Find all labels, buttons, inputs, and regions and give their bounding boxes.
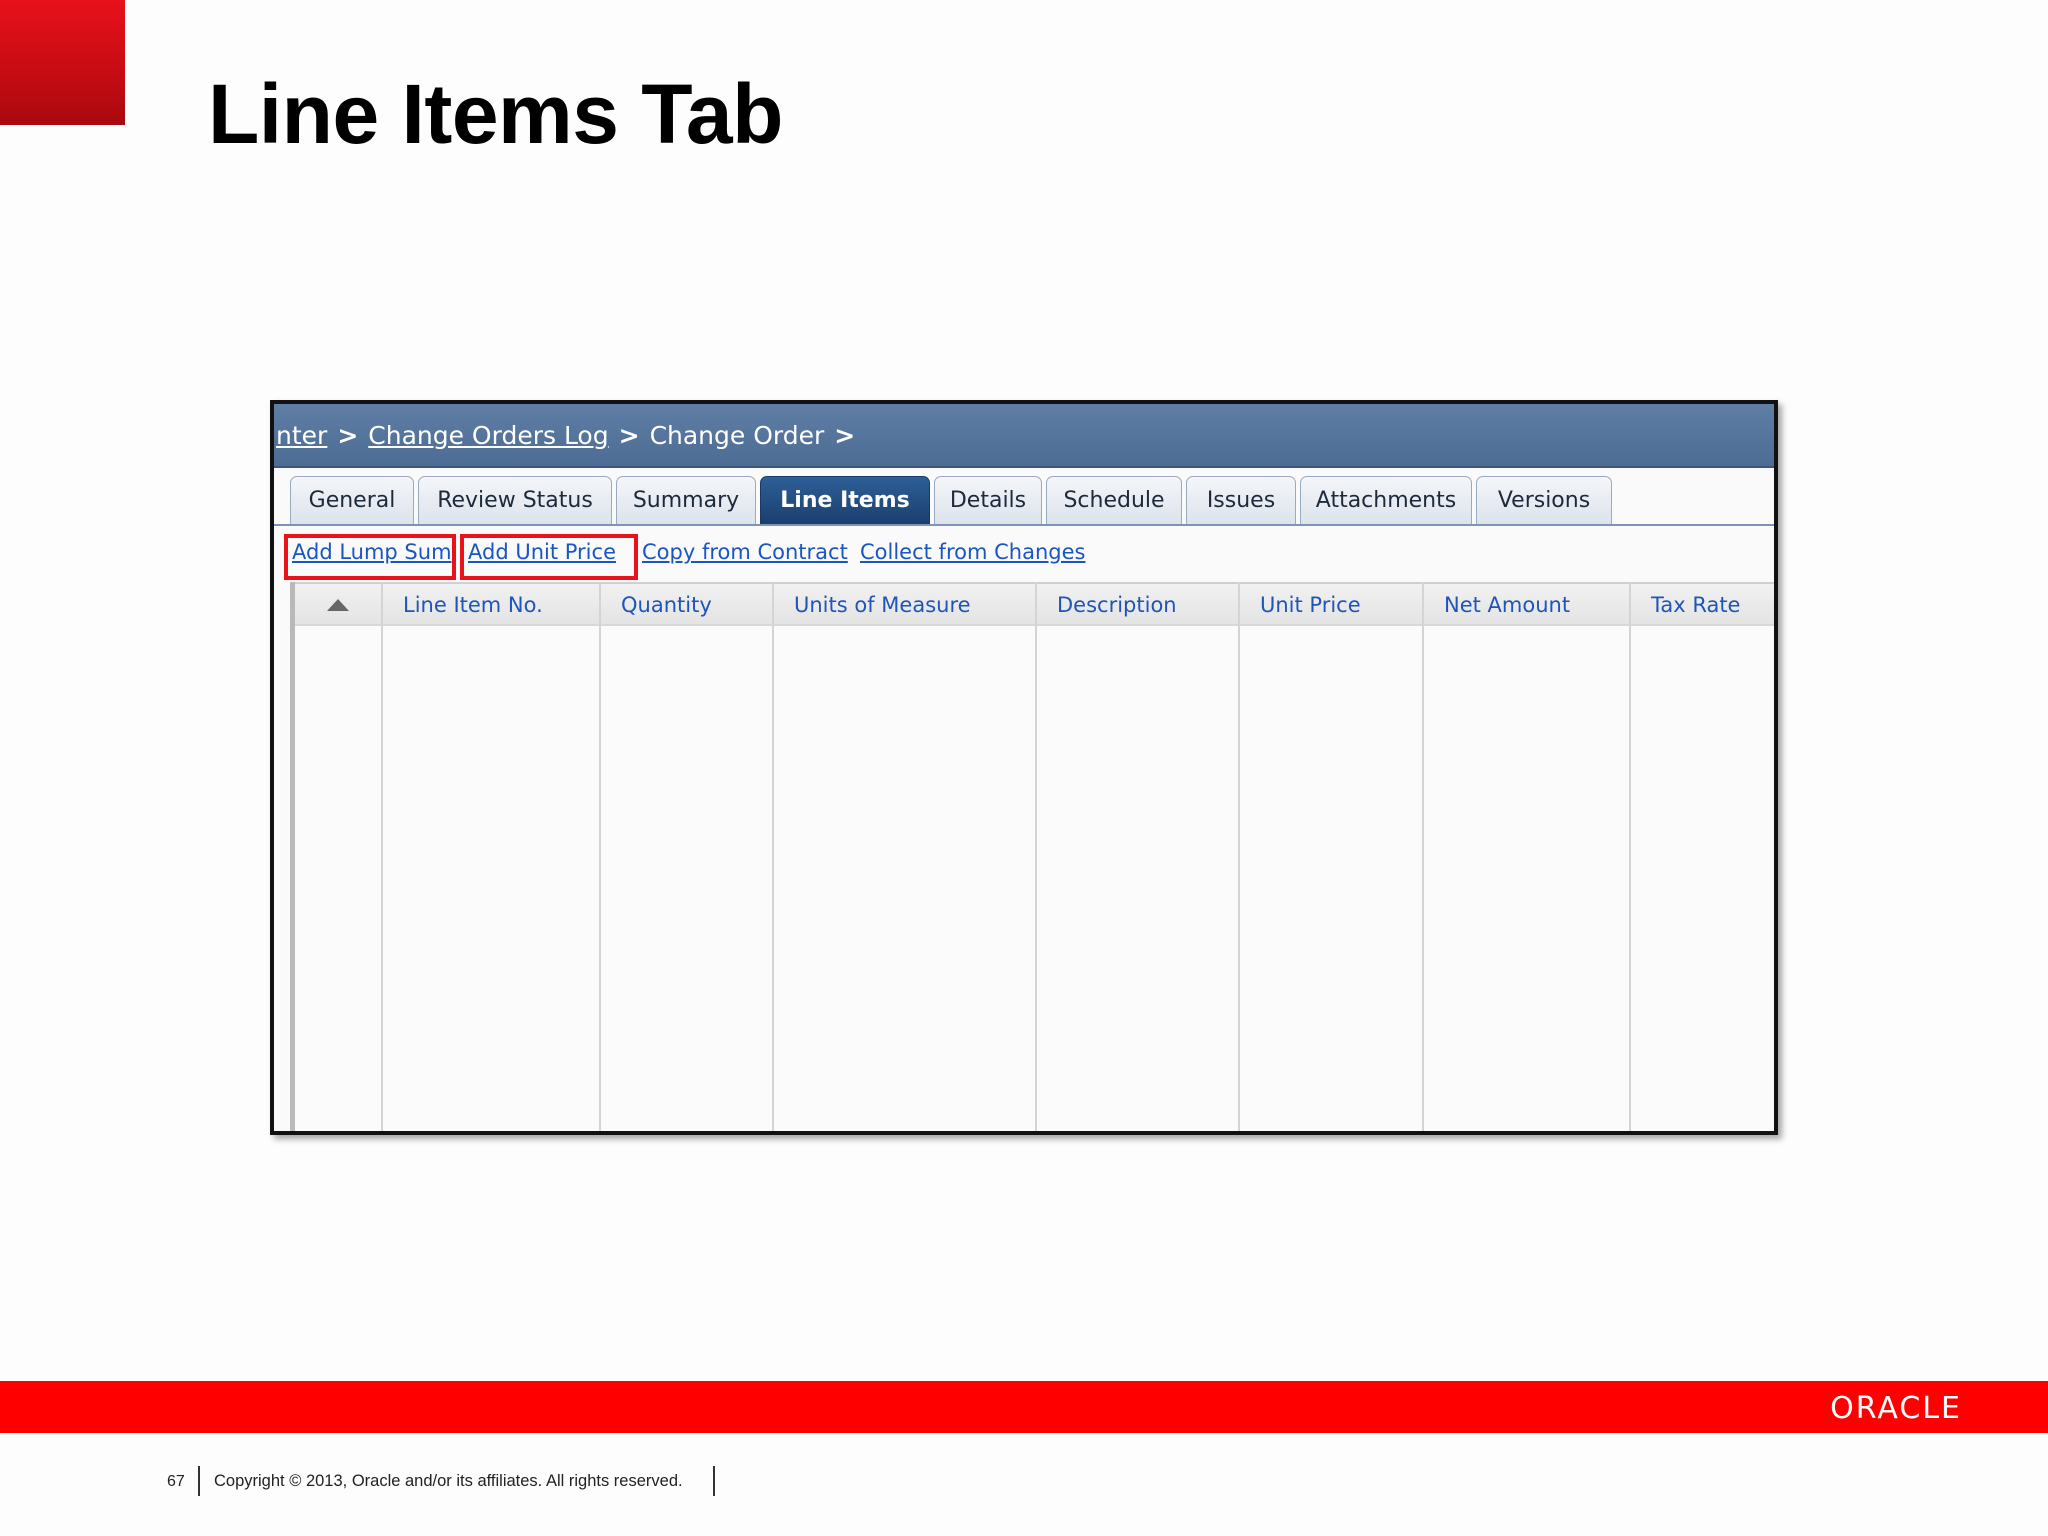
corner-accent [0,0,125,125]
column-divider [772,582,774,1131]
column-divider [381,582,383,1131]
line-items-table: Line Item No. Quantity Units of Measure … [290,582,1774,1131]
column-description[interactable]: Description [1035,584,1177,626]
column-divider [1629,582,1631,1131]
tab-versions[interactable]: Versions [1476,476,1612,524]
tab-attachments[interactable]: Attachments [1300,476,1472,524]
tab-summary[interactable]: Summary [616,476,756,524]
column-divider [1422,582,1424,1131]
slide-title: Line Items Tab [208,67,783,161]
slide: Line Items Tab nter > Change Orders Log … [0,0,2048,1536]
add-lump-sum-link[interactable]: Add Lump Sum [292,540,452,564]
copy-from-contract-link[interactable]: Copy from Contract [642,540,848,564]
footer-divider [713,1466,715,1496]
breadcrumb-separator: > [834,420,856,450]
copyright-text: Copyright © 2013, Oracle and/or its affi… [214,1472,683,1490]
collect-from-changes-link[interactable]: Collect from Changes [860,540,1085,564]
breadcrumb-item-change-order: Change Order [649,420,825,450]
tab-schedule[interactable]: Schedule [1046,476,1182,524]
breadcrumb-item-center[interactable]: nter [276,421,327,450]
tab-line-items[interactable]: Line Items [760,476,930,524]
add-unit-price-link[interactable]: Add Unit Price [468,540,616,564]
screenshot-frame: nter > Change Orders Log > Change Order … [270,400,1778,1135]
page-number: 67 [167,1473,185,1490]
footer-divider [198,1466,200,1496]
sort-ascending-icon[interactable] [327,599,349,611]
action-links: Add Lump Sum Add Unit Price Copy from Co… [274,528,1774,582]
breadcrumb-separator: > [618,420,640,450]
column-units-of-measure[interactable]: Units of Measure [772,584,971,626]
column-quantity[interactable]: Quantity [599,584,712,626]
breadcrumb: nter > Change Orders Log > Change Order … [274,404,1774,468]
tab-issues[interactable]: Issues [1186,476,1296,524]
tab-review-status[interactable]: Review Status [418,476,612,524]
tab-general[interactable]: General [290,476,414,524]
column-unit-price[interactable]: Unit Price [1238,584,1361,626]
column-net-amount[interactable]: Net Amount [1422,584,1570,626]
column-tax-rate[interactable]: Tax Rate [1629,584,1740,626]
column-divider [599,582,601,1131]
breadcrumb-item-change-orders-log[interactable]: Change Orders Log [368,421,608,450]
column-line-item-no[interactable]: Line Item No. [381,584,543,626]
oracle-logo: ORACLE [1830,1391,1962,1426]
tab-details[interactable]: Details [934,476,1042,524]
column-divider [1238,582,1240,1131]
footer-bar: ORACLE [0,1381,2048,1433]
column-divider [1035,582,1037,1131]
breadcrumb-separator: > [337,420,359,450]
tab-bar: General Review Status Summary Line Items… [274,468,1774,526]
